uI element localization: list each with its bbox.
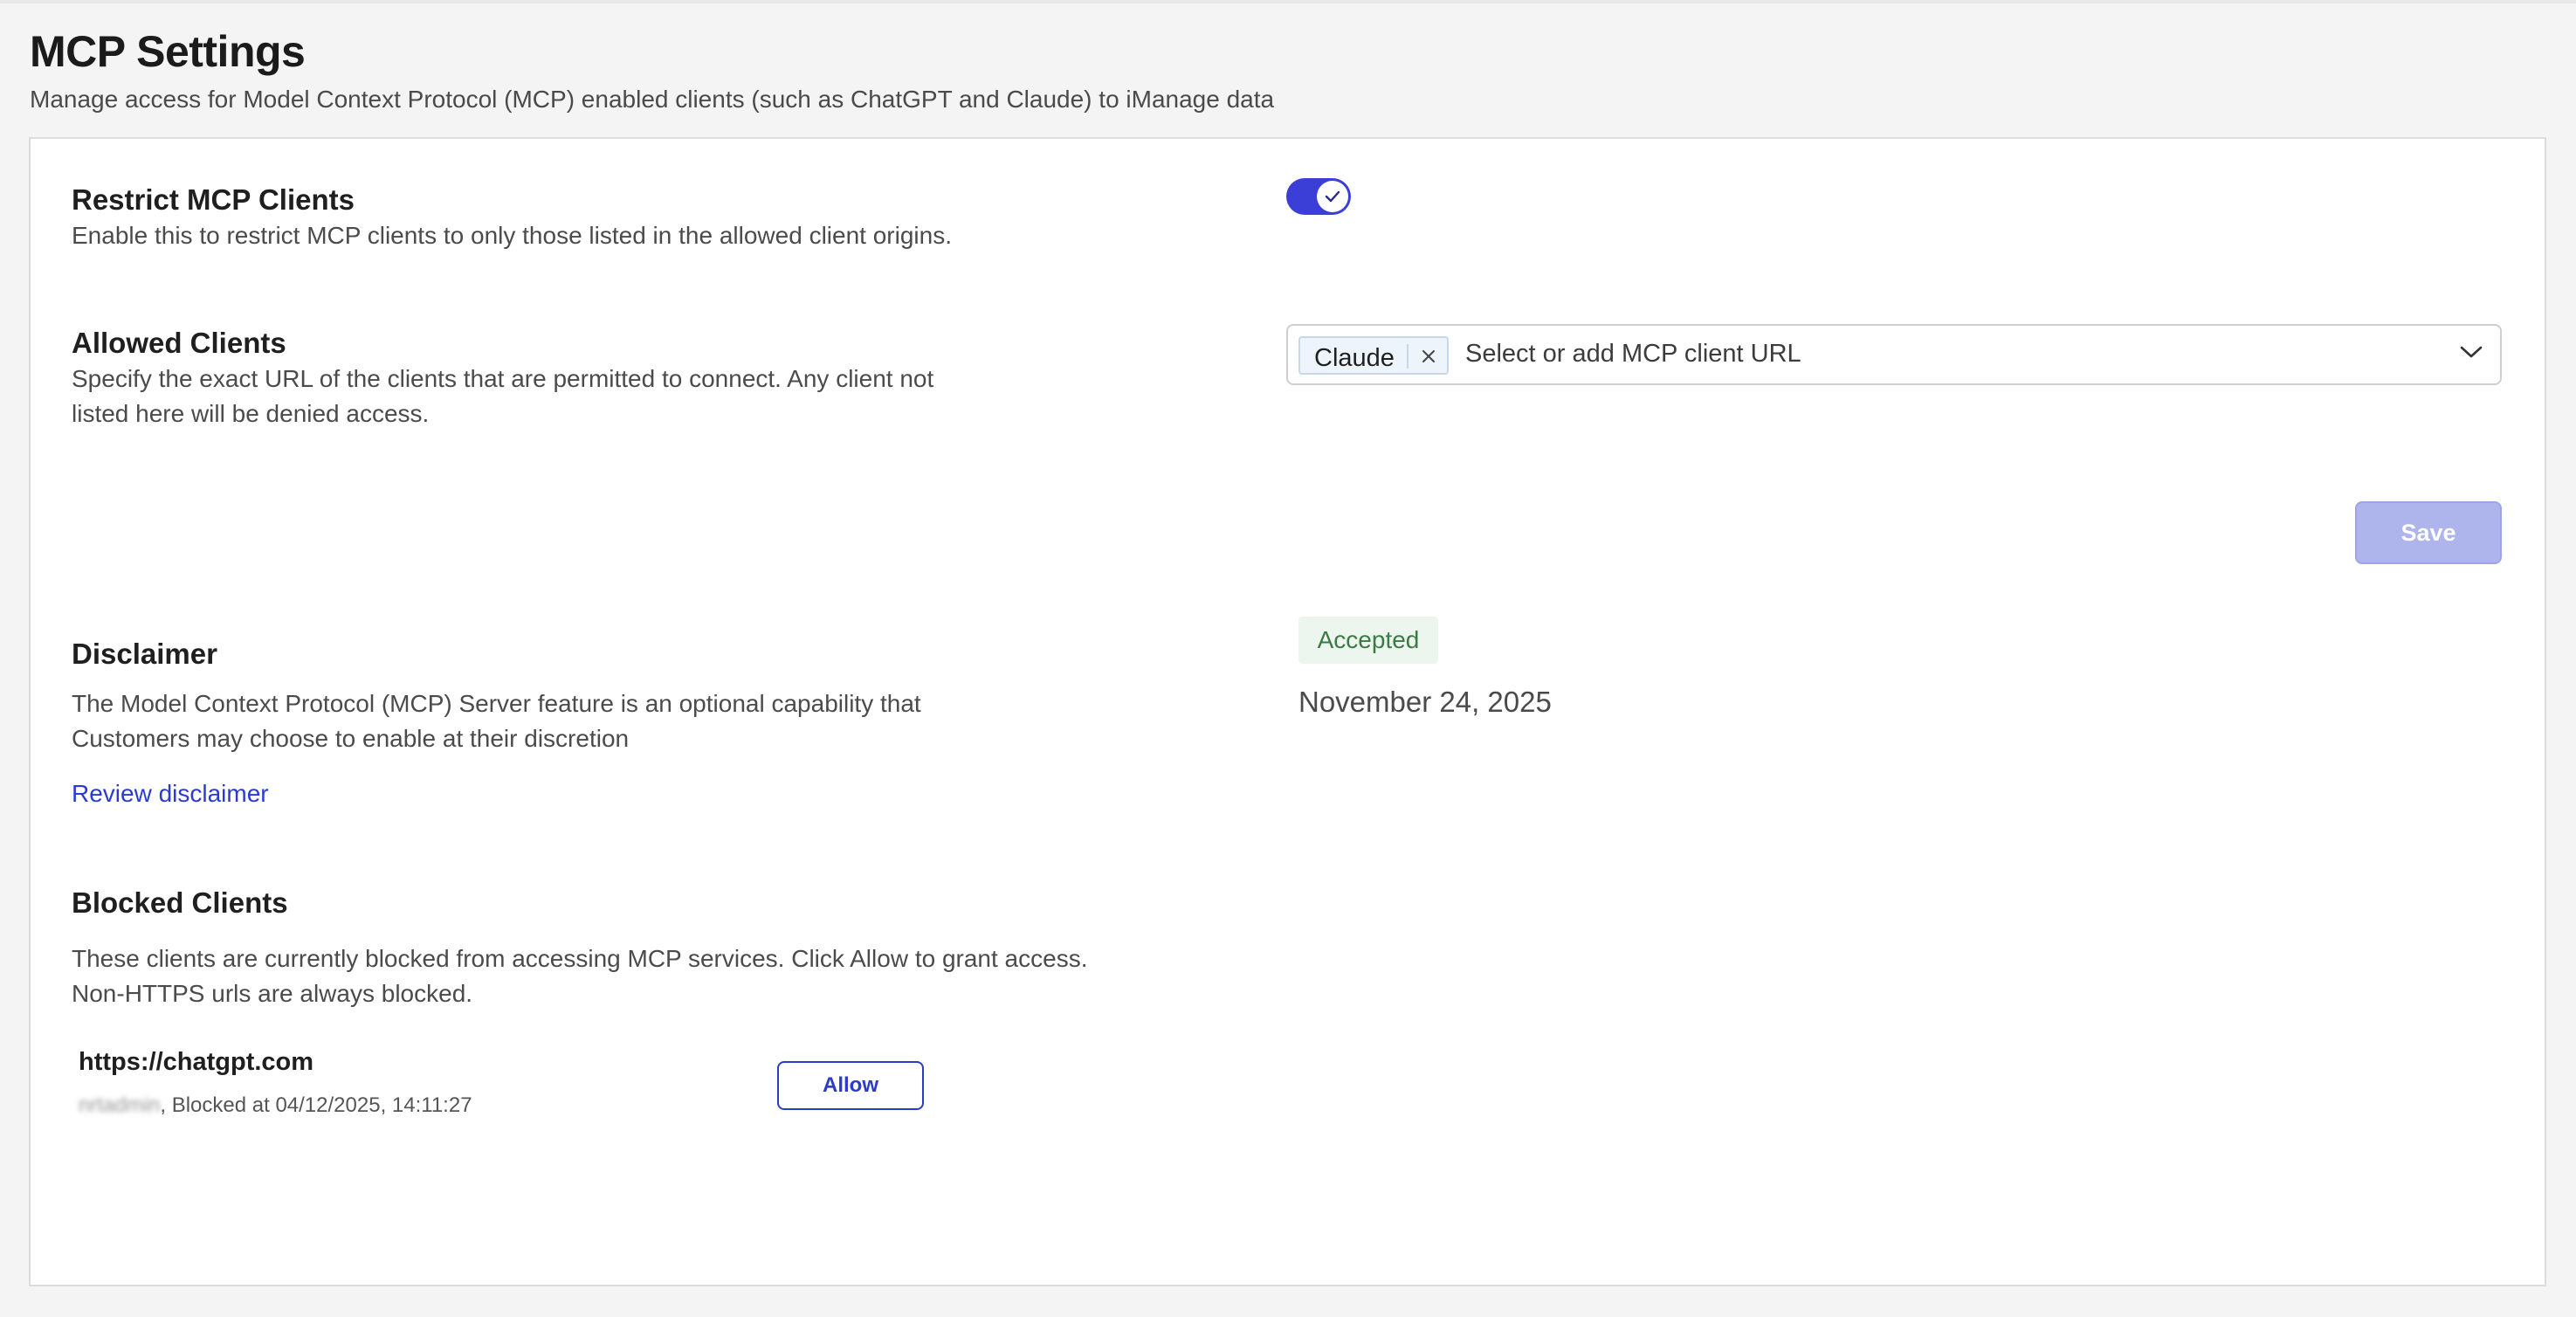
save-button[interactable]: Save: [2355, 501, 2502, 564]
blocked-clients-title: Blocked Clients: [72, 886, 288, 919]
blocked-by-user: nrtadmin: [79, 1093, 161, 1117]
chip-remove-button[interactable]: [1414, 341, 1443, 371]
blocked-at-text: , Blocked at 04/12/2025, 14:11:27: [160, 1093, 472, 1117]
disclaimer-description-1: The Model Context Protocol (MCP) Server …: [72, 690, 921, 717]
allowed-clients-description-1: Specify the exact URL of the clients tha…: [72, 365, 934, 392]
status-badge: Accepted: [1298, 617, 1438, 664]
blocked-client-url: https://chatgpt.com: [79, 1048, 314, 1076]
restrict-clients-description: Enable this to restrict MCP clients to o…: [72, 222, 952, 249]
chevron-down-icon[interactable]: [2460, 345, 2483, 359]
allow-button[interactable]: Allow: [777, 1061, 924, 1110]
restrict-clients-toggle[interactable]: [1286, 178, 1351, 215]
toggle-knob: [1317, 181, 1348, 212]
disclaimer-title: Disclaimer: [72, 638, 217, 670]
blocked-clients-description-1: These clients are currently blocked from…: [72, 945, 1088, 972]
allowed-clients-title: Allowed Clients: [72, 327, 286, 359]
top-border: [0, 0, 2576, 3]
client-url-input[interactable]: Select or add MCP client URL: [1465, 340, 1801, 369]
check-icon: [1325, 190, 1340, 203]
blocked-client-meta: nrtadmin, Blocked at 04/12/2025, 14:11:2…: [79, 1093, 472, 1118]
chip-divider: [1407, 344, 1409, 369]
chip-label: Claude: [1314, 344, 1395, 372]
allowed-clients-select[interactable]: Claude Select or add MCP client URL: [1286, 324, 2502, 385]
review-disclaimer-link[interactable]: Review disclaimer: [72, 780, 269, 808]
close-icon: [1422, 350, 1435, 362]
client-chip-claude: Claude: [1298, 336, 1449, 375]
blocked-clients-description-2: Non-HTTPS urls are always blocked.: [72, 980, 473, 1007]
page-subtitle: Manage access for Model Context Protocol…: [30, 86, 1275, 113]
accepted-date: November 24, 2025: [1298, 686, 1552, 718]
allowed-clients-description-2: listed here will be denied access.: [72, 400, 430, 427]
page-title: MCP Settings: [30, 27, 306, 76]
disclaimer-description-2: Customers may choose to enable at their …: [72, 725, 630, 752]
restrict-clients-title: Restrict MCP Clients: [72, 183, 355, 216]
